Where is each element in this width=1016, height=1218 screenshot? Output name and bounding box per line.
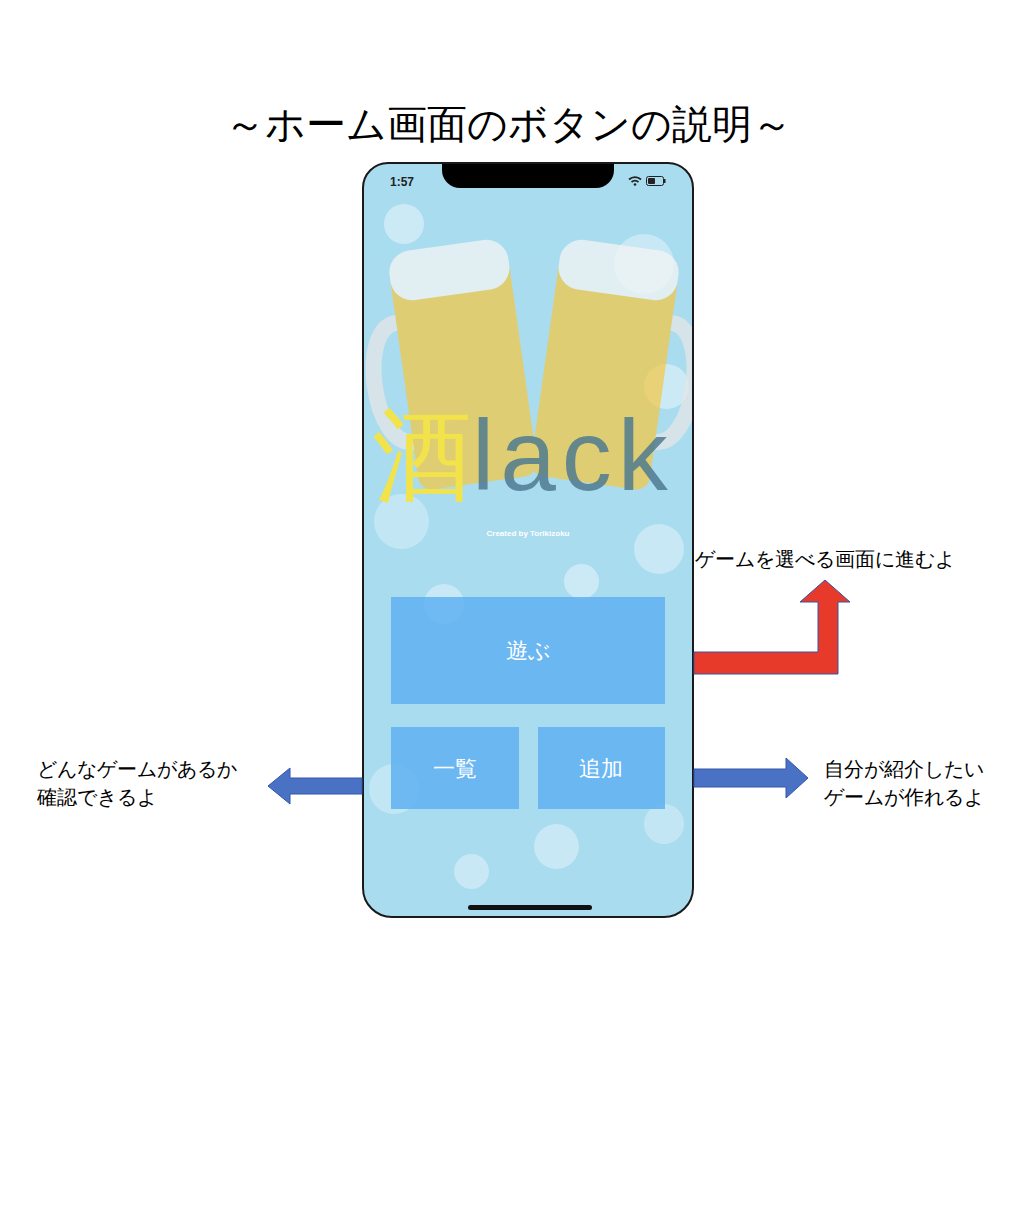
battery-icon	[646, 176, 666, 186]
slide-title: ～ホーム画面のボタンの説明～	[225, 100, 792, 148]
logo-kanji: 酒	[372, 405, 472, 505]
add-annotation: 自分が紹介したいゲームが作れるよ	[824, 755, 984, 811]
annotation-line: どんなゲームがあるか	[37, 755, 237, 783]
button-group: 遊ぶ 一覧 追加	[364, 597, 692, 809]
credit-text: Created by Torikizoku	[487, 529, 570, 539]
wifi-icon	[628, 176, 642, 186]
arrow-layer	[0, 0, 1016, 1218]
up-right-arrow-icon	[694, 580, 850, 674]
status-time: 1:57	[390, 174, 414, 190]
play-button[interactable]: 遊ぶ	[391, 597, 665, 704]
annotation-line: 自分が紹介したい	[824, 755, 984, 783]
right-arrow-icon	[694, 758, 808, 798]
add-button[interactable]: 追加	[538, 727, 666, 809]
status-bar: 1:57	[364, 164, 692, 200]
play-annotation: ゲームを選べる画面に進むよ	[695, 545, 955, 573]
notch	[442, 164, 614, 188]
app-logo: 酒 lack	[364, 405, 692, 505]
logo-latin: lack	[472, 405, 674, 505]
annotation-line: ゲームが作れるよ	[824, 783, 984, 811]
phone-screen: 1:57 酒 lack Created by Torikizoku	[362, 162, 694, 918]
home-indicator	[468, 905, 592, 910]
annotation-line: 確認できるよ	[37, 783, 237, 811]
slide: ～ホーム画面のボタンの説明～	[0, 0, 1016, 1218]
annotation-line: ゲームを選べる画面に進むよ	[695, 545, 955, 573]
list-annotation: どんなゲームがあるか確認できるよ	[37, 755, 237, 811]
left-arrow-icon	[268, 768, 362, 804]
list-button[interactable]: 一覧	[391, 727, 519, 809]
